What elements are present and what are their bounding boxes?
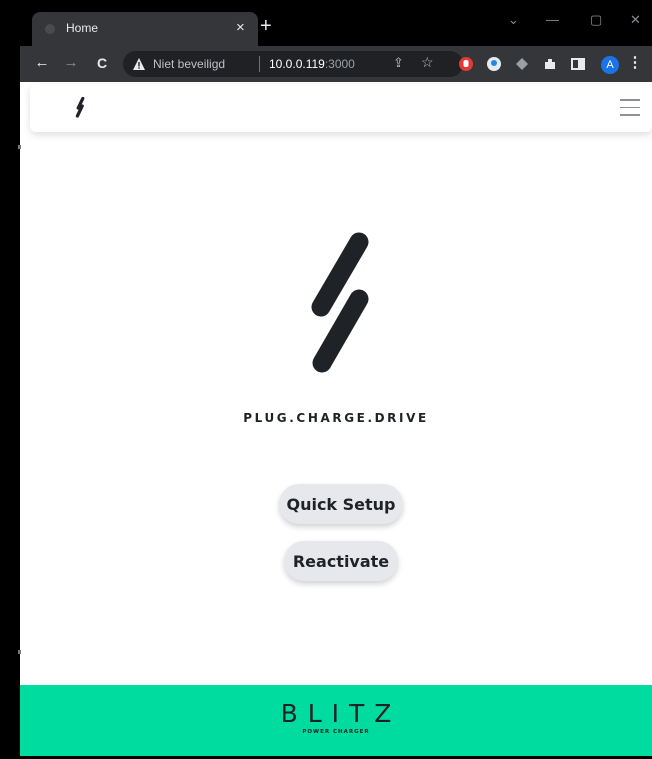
profile-avatar[interactable]: A (601, 56, 619, 74)
forward-arrow-icon[interactable]: → (61, 53, 81, 73)
bolt-slash-logo-icon[interactable] (74, 96, 86, 120)
site-navbar (30, 84, 652, 132)
browser-toolbar: ← → C Niet beveiligd 10.0.0.119:3000 ⇪ ☆ (20, 46, 652, 82)
puzzle-extensions-icon[interactable] (542, 56, 558, 72)
stop-hand-extension-icon[interactable] (458, 56, 474, 72)
side-panel-icon[interactable] (570, 56, 586, 72)
close-window-icon[interactable]: ✕ (630, 12, 641, 28)
security-label[interactable]: Niet beveiligd (153, 57, 225, 71)
diamond-extension-icon[interactable] (514, 56, 530, 72)
tab-close-icon[interactable]: × (236, 19, 245, 37)
warning-icon (133, 58, 145, 70)
hamburger-menu-icon[interactable] (620, 99, 640, 117)
back-arrow-icon[interactable]: ← (32, 53, 52, 73)
maximize-icon[interactable]: ▢ (590, 12, 602, 28)
reload-icon[interactable]: C (92, 53, 112, 73)
edge-mark (18, 650, 21, 654)
footer: BLITZ POWER CHARGER (20, 685, 652, 756)
url-separator (259, 56, 260, 72)
globe-icon (45, 24, 55, 34)
bookmark-star-icon[interactable]: ☆ (421, 54, 434, 71)
minimize-icon[interactable]: — (546, 12, 559, 28)
quick-setup-button[interactable]: Quick Setup (279, 484, 403, 524)
user-extension-icon[interactable] (486, 56, 502, 72)
footer-brand: BLITZ (280, 699, 402, 728)
footer-subbrand: POWER CHARGER (302, 729, 370, 735)
edge-mark (18, 145, 21, 149)
share-icon[interactable]: ⇪ (393, 55, 404, 71)
url-text[interactable]: 10.0.0.119:3000 (269, 57, 355, 71)
url-host: 10.0.0.119 (269, 57, 325, 71)
menu-dots-icon[interactable]: ⋮ (625, 53, 645, 73)
reactivate-button[interactable]: Reactivate (284, 541, 398, 581)
url-port: :3000 (324, 57, 355, 71)
tagline: PLUG.CHARGE.DRIVE (243, 411, 429, 425)
tab-title: Home (66, 21, 99, 35)
address-bar[interactable]: Niet beveiligd 10.0.0.119:3000 ⇪ ☆ (123, 51, 463, 77)
window-left-edge (0, 0, 21, 759)
tab-search-icon[interactable]: ⌄ (508, 12, 519, 28)
tab-home[interactable]: Home × (32, 12, 258, 46)
browser-chrome: Home × + ⌄ — ▢ ✕ ← → C Niet beveiligd 10… (20, 0, 652, 82)
tab-strip: Home × + ⌄ — ▢ ✕ (20, 0, 652, 46)
hero-bolt-logo-icon (311, 232, 369, 373)
new-tab-button[interactable]: + (260, 16, 272, 36)
